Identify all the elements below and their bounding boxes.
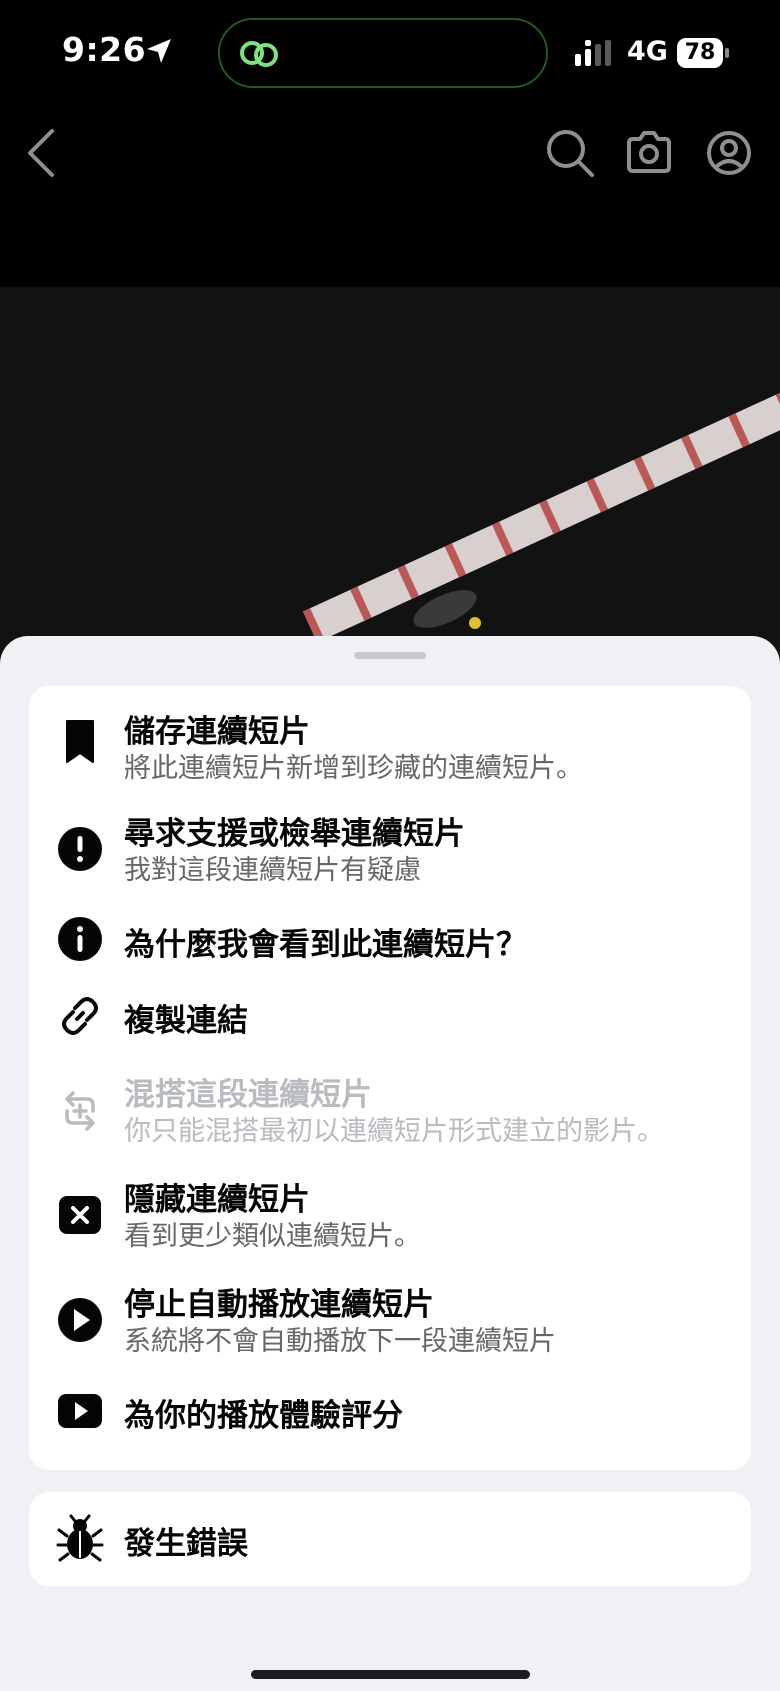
item-title: 隱藏連續短片: [124, 1182, 310, 1218]
report-reel-item[interactable]: 尋求支援或檢舉連續短片 我對這段連續短片有疑慮: [29, 794, 751, 899]
stop-autoplay-item[interactable]: 停止自動播放連續短片 系統將不會自動播放下一段連續短片: [29, 1265, 751, 1370]
sheet-handle[interactable]: [354, 652, 426, 659]
item-subtitle: 你只能混搭最初以連續短片形式建立的影片。: [124, 1116, 664, 1147]
location-arrow-icon: [147, 39, 171, 63]
copy-link-item[interactable]: 複製連結: [29, 977, 751, 1055]
status-time: 9:26: [62, 30, 147, 69]
item-title: 停止自動播放連續短片: [124, 1287, 434, 1323]
rate-experience-item[interactable]: 為你的播放體驗評分: [29, 1370, 751, 1456]
item-title: 混搭這段連續短片: [124, 1077, 372, 1113]
network-type: 4G: [627, 36, 668, 67]
action-sheet: 儲存連續短片 將此連續短片新增到珍藏的連續短片。 尋求支援或檢舉連續短片 我對這…: [0, 636, 780, 1691]
search-icon[interactable]: [542, 125, 598, 181]
play-circle-icon: [58, 1298, 102, 1342]
item-subtitle: 我對這段連續短片有疑慮: [124, 855, 421, 886]
video-play-icon: [58, 1394, 102, 1428]
remix-reel-item: 混搭這段連續短片 你只能混搭最初以連續短片形式建立的影片。: [29, 1055, 751, 1160]
link-app-icon: [240, 41, 278, 67]
top-nav: [0, 115, 780, 195]
item-title: 複製連結: [124, 1003, 248, 1039]
signal-icon: [575, 40, 611, 66]
profile-icon[interactable]: [701, 125, 757, 181]
report-bug-item[interactable]: 發生錯誤: [29, 1492, 751, 1586]
item-subtitle: 系統將不會自動播放下一段連續短片: [124, 1326, 556, 1357]
item-title: 儲存連續短片: [124, 714, 310, 750]
camera-icon[interactable]: [621, 125, 677, 181]
dynamic-island[interactable]: [218, 18, 548, 88]
battery-icon: 78: [677, 38, 729, 68]
item-title: 為什麼我會看到此連續短片？: [124, 927, 527, 963]
remix-icon: [65, 1091, 95, 1131]
link-icon: [62, 997, 98, 1035]
exclamation-circle-icon: [58, 827, 102, 871]
item-subtitle: 看到更少類似連續短片。: [124, 1221, 421, 1252]
close-square-icon: [59, 1196, 101, 1234]
battery-tip: [725, 48, 729, 58]
back-icon[interactable]: [16, 125, 72, 181]
item-title: 發生錯誤: [124, 1526, 248, 1562]
info-circle-icon: [58, 917, 102, 961]
save-reel-item[interactable]: 儲存連續短片 將此連續短片新增到珍藏的連續短片。: [29, 686, 751, 794]
status-bar: 9:26 4G 78: [0, 0, 780, 110]
why-seeing-item[interactable]: 為什麼我會看到此連續短片？: [29, 899, 751, 977]
item-title: 尋求支援或檢舉連續短片: [124, 816, 465, 852]
hide-reel-item[interactable]: 隱藏連續短片 看到更少類似連續短片。: [29, 1160, 751, 1265]
item-title: 為你的播放體驗評分: [124, 1398, 403, 1434]
video-frame: [302, 392, 780, 643]
menu-card: 儲存連續短片 將此連續短片新增到珍藏的連續短片。 尋求支援或檢舉連續短片 我對這…: [29, 686, 751, 1470]
battery-level: 78: [677, 38, 723, 68]
reel-video[interactable]: [0, 287, 780, 687]
bookmark-icon: [66, 720, 94, 763]
home-indicator[interactable]: [251, 1670, 530, 1679]
bug-icon: [56, 1514, 104, 1562]
item-subtitle: 將此連續短片新增到珍藏的連續短片。: [124, 753, 583, 784]
bug-card: 發生錯誤: [29, 1492, 751, 1586]
